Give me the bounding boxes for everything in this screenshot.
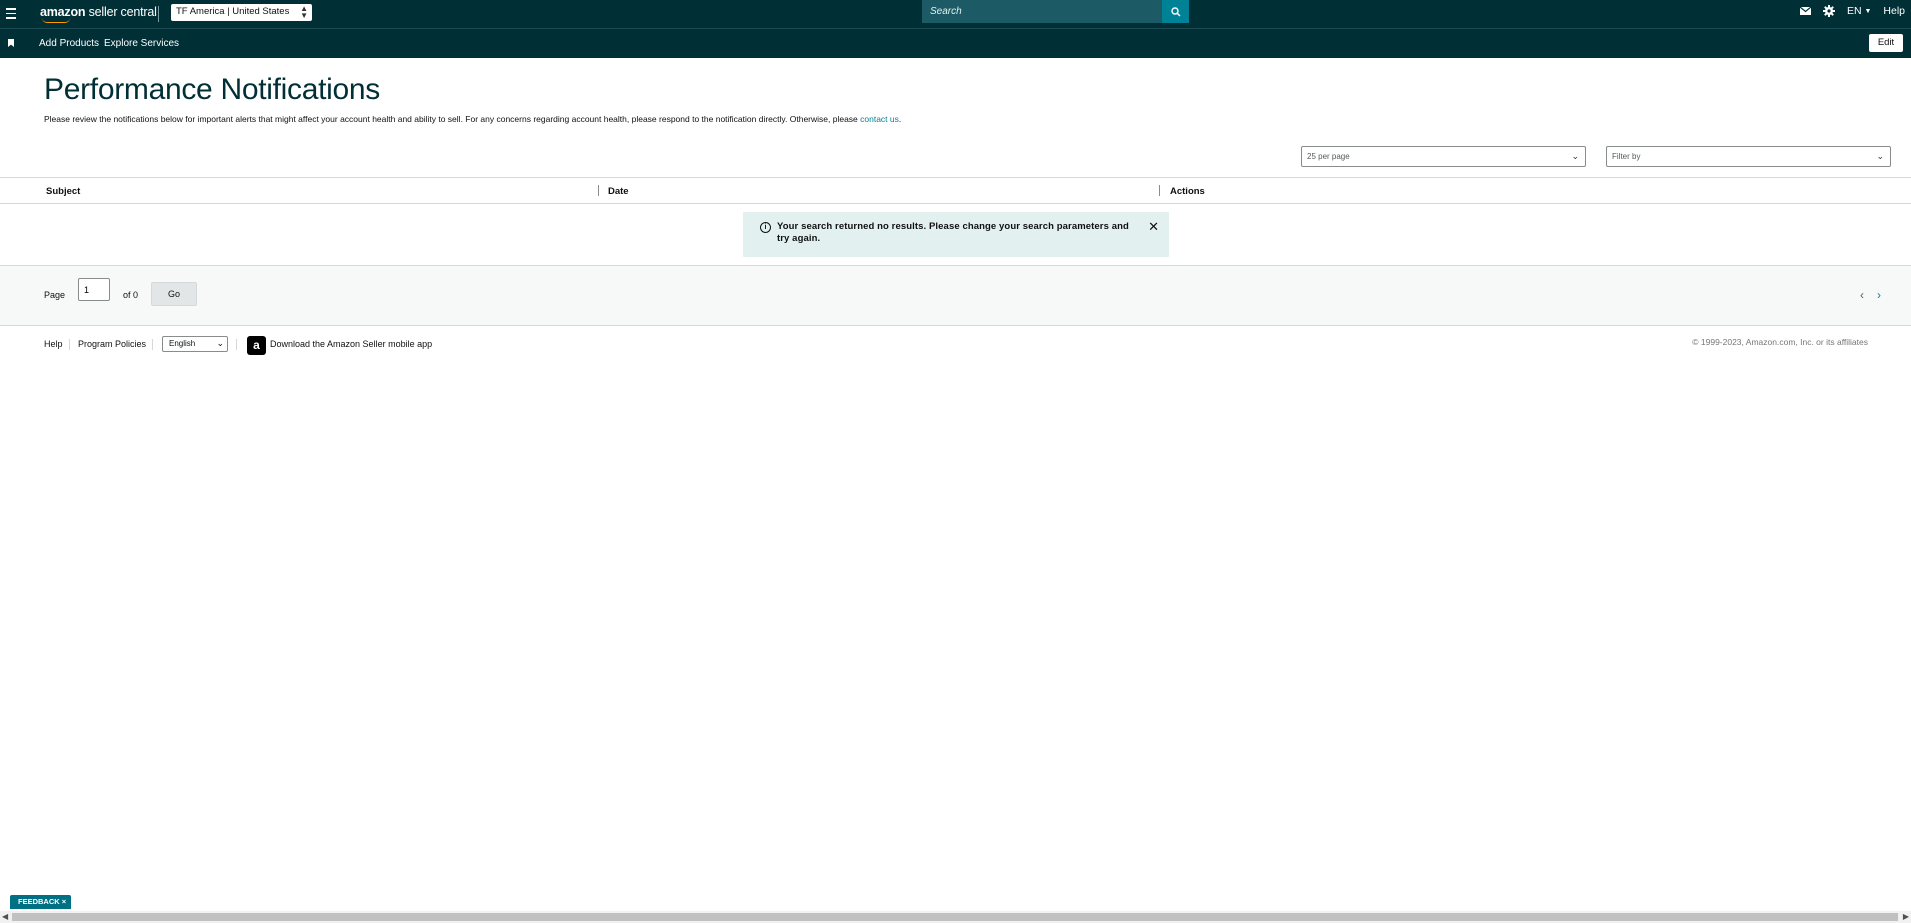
chevron-down-icon: ⌄: [1571, 151, 1579, 161]
search-input[interactable]: [922, 0, 1162, 23]
column-subject[interactable]: Subject: [46, 186, 80, 197]
alert-message: Your search returned no results. Please …: [777, 221, 1129, 244]
scroll-left-icon[interactable]: ◀: [2, 912, 8, 921]
messages-button[interactable]: [1799, 7, 1811, 15]
top-header: amazon seller central TF America | Unite…: [0, 0, 1911, 28]
page-total: of 0: [123, 290, 139, 300]
contact-us-link[interactable]: contact us: [860, 114, 899, 124]
page-title: Performance Notifications: [44, 73, 380, 106]
gear-icon: [1822, 5, 1835, 17]
close-icon[interactable]: ×: [62, 897, 66, 906]
footer-divider: [69, 339, 70, 350]
prev-page-icon[interactable]: ‹: [1860, 288, 1864, 302]
caret-down-icon: ▼: [1864, 7, 1872, 15]
footer-help-link[interactable]: Help: [44, 339, 63, 349]
per-page-select[interactable]: 25 per page ⌄: [1301, 146, 1586, 167]
page-label: Page: [44, 290, 66, 300]
bookmark-explore-services[interactable]: Explore Services: [104, 38, 179, 49]
account-switcher[interactable]: TF America | United States ▲ ▼: [171, 4, 312, 21]
search-bar: [922, 0, 1189, 23]
next-page-icon[interactable]: ›: [1877, 288, 1881, 302]
menu-icon[interactable]: [4, 5, 18, 23]
column-divider[interactable]: [598, 185, 599, 196]
logo-smile-icon: [42, 18, 70, 23]
settings-button[interactable]: [1822, 5, 1835, 17]
download-app-link[interactable]: Download the Amazon Seller mobile app: [270, 339, 432, 349]
scroll-right-icon[interactable]: ▶: [1903, 912, 1909, 921]
header-divider: [158, 6, 159, 22]
horizontal-scrollbar[interactable]: ◀ ▶: [0, 911, 1911, 923]
mail-icon: [1799, 7, 1811, 15]
seller-central-logo[interactable]: amazon seller central: [40, 5, 157, 19]
no-results-alert: i Your search returned no results. Pleas…: [743, 212, 1169, 257]
header-actions: EN ▼ Help: [1799, 0, 1911, 22]
info-icon: i: [760, 222, 771, 233]
go-button[interactable]: Go: [151, 282, 197, 306]
program-policies-link[interactable]: Program Policies: [78, 339, 146, 349]
footer-divider: [236, 339, 237, 350]
footer-language-select[interactable]: English ⌄: [162, 336, 228, 352]
footer-divider: [152, 339, 153, 350]
language-switcher[interactable]: EN ▼: [1847, 5, 1871, 17]
chevron-down-icon: ⌄: [216, 338, 224, 348]
column-divider[interactable]: [1159, 185, 1160, 196]
page-number-input[interactable]: [78, 278, 110, 301]
column-actions[interactable]: Actions: [1170, 186, 1205, 197]
search-button[interactable]: [1162, 0, 1189, 23]
feedback-button[interactable]: FEEDBACK ×: [10, 895, 71, 909]
filter-select[interactable]: Filter by ⌄: [1606, 146, 1891, 167]
search-icon: [1170, 6, 1181, 17]
copyright-text: © 1999-2023, Amazon.com, Inc. or its aff…: [1692, 337, 1868, 347]
edit-bookmarks-button[interactable]: Edit: [1869, 34, 1903, 52]
seller-app-icon[interactable]: a: [247, 336, 266, 355]
close-icon[interactable]: ✕: [1148, 219, 1159, 235]
footer: Help Program Policies English ⌄ a Downlo…: [0, 326, 1911, 366]
intro-text: Please review the notifications below fo…: [44, 114, 902, 124]
column-date[interactable]: Date: [608, 186, 629, 197]
table-header: Subject Date Actions: [0, 177, 1911, 204]
help-link[interactable]: Help: [1883, 5, 1905, 17]
bookmark-add-products[interactable]: Add Products: [39, 38, 99, 49]
pagination-bar: Page of 0 Go ‹ ›: [0, 265, 1911, 326]
updown-arrows-icon: ▲ ▼: [300, 4, 308, 20]
bookmark-bar: Add Products Explore Services Edit: [0, 28, 1911, 58]
chevron-down-icon: ⌄: [1876, 151, 1884, 161]
scrollbar-thumb[interactable]: [12, 913, 1898, 921]
bookmark-icon[interactable]: [8, 39, 14, 47]
